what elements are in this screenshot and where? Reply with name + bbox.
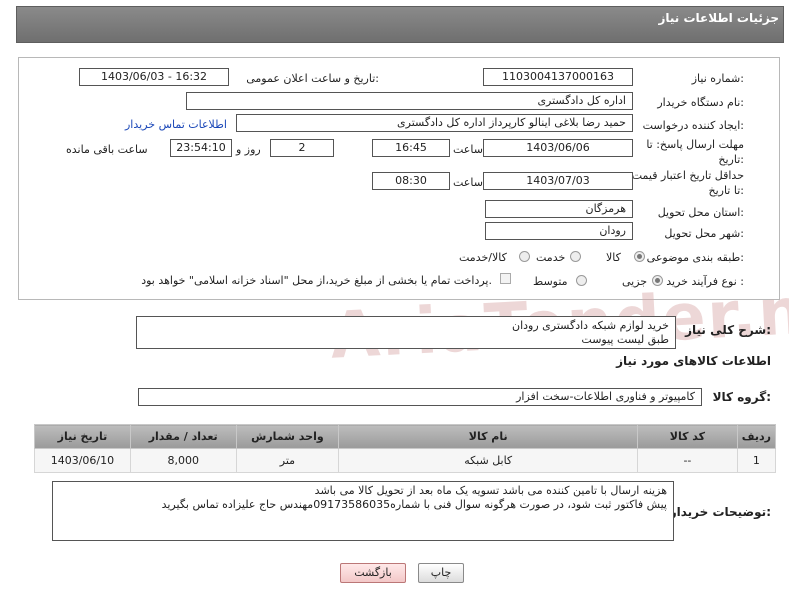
remaining-time-field[interactable]: 23:54:10 [170,139,232,157]
validity-date-field[interactable]: 1403/07/03 [483,172,633,190]
description-textarea[interactable]: خرید لوازم شبکه دادگستری رودان طبق لیست … [136,316,676,349]
validity-time-label: ساعت [453,176,483,189]
need-number-label: شماره نیاز: [691,72,744,85]
process-radio-medium[interactable] [576,275,587,286]
goods-table-header: تاریخ نیاز تعداد / مقدار واحد شمارش نام … [34,424,777,449]
buyer-notes-line-2: پیش فاکتور ثبت شود، در صورت هرگونه سوال … [161,498,667,511]
city-label: شهر محل تحویل: [664,227,744,240]
back-button[interactable]: بازگشت [340,563,406,583]
category-option-both: کالا/خدمت [459,251,507,264]
category-option-service: خدمت [536,251,566,264]
announce-label: تاریخ و ساعت اعلان عمومی: [246,72,379,85]
process-option-medium: متوسط [533,275,568,288]
category-radio-service[interactable] [570,251,581,262]
buyer-notes-textarea[interactable]: هزینه ارسال با تامین کننده می باشد تسویه… [52,481,674,541]
announce-field[interactable]: 1403/06/03 - 16:32 [79,68,229,86]
cell-need-date: 1403/06/10 [34,448,131,473]
goods-section-title: اطلاعات کالاهای مورد نیاز [616,354,771,368]
reply-date-field[interactable]: 1403/06/06 [483,139,633,157]
process-label: نوع فرآیند خرید : [666,275,744,288]
col-quantity: تعداد / مقدار [129,424,237,449]
col-goods-name: نام کالا [338,424,639,449]
cell-goods-name: کابل شبکه [338,448,639,473]
cell-goods-code: -- [637,448,738,473]
process-option-minor: جزیی [622,275,648,288]
need-number-field[interactable]: 1103004137000163 [483,68,633,86]
creator-field[interactable]: حمید رضا بلاغی اینالو کارپرداز اداره کل … [236,114,633,132]
goods-group-label: گروه کالا: [712,390,771,404]
page-title: جزئیات اطلاعات نیاز [658,11,779,25]
days-field[interactable]: 2 [270,139,334,157]
validity-time-field[interactable]: 08:30 [372,172,450,190]
category-radio-both[interactable] [519,251,530,262]
description-label: شرح کلی نیاز: [685,323,771,337]
buyer-org-label: نام دستگاه خریدار: [657,96,744,109]
category-label: طبقه بندی موضوعی: [646,251,744,264]
province-label: استان محل تحویل: [657,206,744,219]
col-need-date: تاریخ نیاز [34,424,131,449]
table-row[interactable]: 1403/06/10 8,000 متر کابل شبکه -- 1 [34,448,777,473]
description-line-2: طبق لیست پیوست [581,333,669,346]
buyer-notes-line-1: هزینه ارسال با تامین کننده می باشد تسویه… [314,484,667,497]
treasury-checkbox[interactable] [500,273,511,284]
cell-unit: متر [235,448,340,473]
category-radio-goods[interactable] [634,251,645,262]
city-field[interactable]: رودان [485,222,633,240]
buyer-notes-label: توضیحات خریدار: [669,505,771,519]
cell-quantity: 8,000 [129,448,237,473]
buyer-contact-link[interactable]: اطلاعات تماس خریدار [125,118,227,131]
validity-label: حداقل تاریخ اعتبار قیمت: تا تاریخ: [628,169,744,197]
print-button[interactable]: چاپ [418,563,464,583]
process-radio-minor[interactable] [652,275,663,286]
goods-group-field[interactable]: کامپیوتر و فناوری اطلاعات-سخت افزار [138,388,702,406]
payment-note: پرداخت تمام یا بخشی از مبلغ خرید،از محل … [141,274,492,287]
province-field[interactable]: هرمزگان [485,200,633,218]
goods-table: تاریخ نیاز تعداد / مقدار واحد شمارش نام … [34,424,777,473]
buyer-org-field[interactable]: اداره کل دادگستری [186,92,633,110]
reply-time-field[interactable]: 16:45 [372,139,450,157]
category-option-goods: کالا [606,251,621,264]
creator-label: ایجاد کننده درخواست: [642,119,744,132]
reply-deadline-label: مهلت ارسال پاسخ: تا تاریخ: [646,138,744,166]
days-label: روز و [236,143,261,156]
col-goods-code: کد کالا [637,424,738,449]
col-row-number: ردیف [736,424,777,449]
description-line-1: خرید لوازم شبکه دادگستری رودان [512,319,669,332]
col-unit: واحد شمارش [235,424,340,449]
cell-row-number: 1 [736,448,777,473]
reply-time-label: ساعت [453,143,483,156]
remaining-label: ساعت باقی مانده [66,143,148,156]
